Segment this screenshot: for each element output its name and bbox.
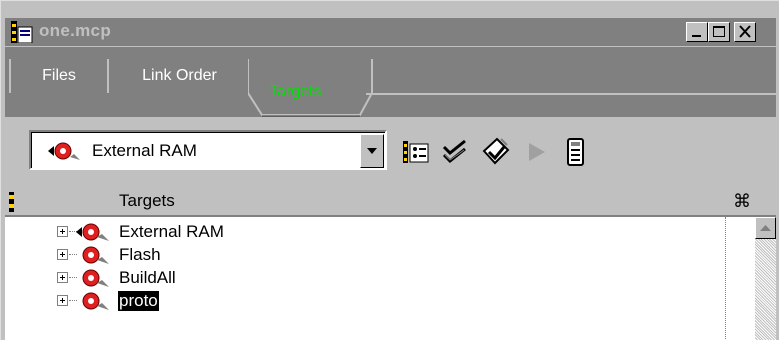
tab-files[interactable]: Files [9, 59, 109, 93]
minimize-button[interactable] [686, 22, 708, 42]
tab-targets[interactable]: Targets [269, 83, 321, 101]
expand-icon[interactable] [57, 295, 68, 306]
close-button[interactable] [734, 22, 756, 42]
expand-icon[interactable] [57, 272, 68, 283]
scroll-up-button[interactable] [755, 217, 776, 239]
expand-icon[interactable] [57, 249, 68, 260]
run-icon[interactable] [523, 137, 553, 167]
column-marker-icon [9, 192, 14, 212]
project-window: one.mcp Files Link Order Targets Externa… [0, 0, 779, 340]
list-item[interactable]: BuildAll [5, 267, 705, 289]
dropdown-button[interactable] [360, 134, 384, 168]
column-header-targets[interactable]: Targets [119, 191, 175, 211]
maximize-icon [713, 26, 725, 37]
window-title: one.mcp [39, 21, 112, 40]
expand-icon[interactable] [57, 226, 68, 237]
target-select-field: External RAM [31, 132, 385, 168]
debug-icon[interactable] [561, 137, 591, 167]
tab-divider [366, 93, 776, 95]
list-item[interactable]: Flash [5, 244, 705, 266]
list-item[interactable]: proto [5, 290, 705, 312]
title-bar[interactable]: one.mcp [5, 18, 776, 46]
maximize-button[interactable] [708, 22, 730, 42]
target-select-value: External RAM [92, 141, 197, 160]
target-select[interactable]: External RAM [29, 130, 387, 170]
targets-list: External RAM Flash BuildAll proto [5, 217, 755, 340]
minimize-icon [692, 35, 701, 37]
chevron-down-icon [367, 148, 377, 154]
tab-strip: Files Link Order [5, 47, 776, 117]
target-icon [75, 291, 117, 316]
list-item-label-selected: proto [118, 291, 159, 311]
make-icon[interactable] [481, 137, 511, 167]
list-header: Targets ⌘ [5, 189, 776, 217]
vertical-scrollbar[interactable] [755, 217, 776, 340]
active-target-icon [46, 140, 86, 167]
project-file-icon [11, 21, 33, 44]
check-syntax-icon[interactable] [441, 137, 471, 167]
close-icon [739, 25, 751, 38]
list-item[interactable]: External RAM [5, 221, 705, 243]
column-divider [725, 217, 727, 340]
chevron-up-icon [760, 225, 771, 231]
list-item-label: Flash [119, 245, 161, 264]
link-icon[interactable]: ⌘ [733, 191, 751, 212]
list-item-label: BuildAll [119, 268, 176, 287]
tab-link-order[interactable]: Link Order [109, 59, 252, 93]
list-item-label: External RAM [119, 222, 224, 241]
target-settings-icon[interactable] [401, 137, 431, 167]
